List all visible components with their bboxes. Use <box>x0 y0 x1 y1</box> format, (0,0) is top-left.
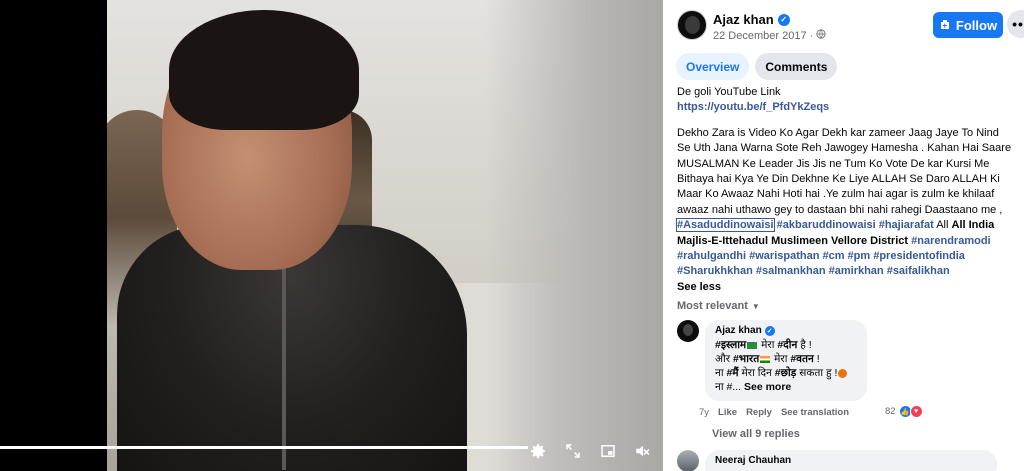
comment-age[interactable]: 7y <box>699 407 709 418</box>
comment-text: ना <box>715 367 727 379</box>
comment-sort-dropdown[interactable]: Most relevant ▼ <box>677 300 760 312</box>
comment-text: सकता हु ! <box>796 367 838 379</box>
video-progress-fill <box>0 446 528 449</box>
like-button[interactable]: Like <box>718 407 737 418</box>
comment-hashtag[interactable]: #भारत <box>733 353 759 365</box>
post-tabs: Overview Comments <box>676 53 838 80</box>
commenter-avatar[interactable] <box>677 320 699 342</box>
volume-muted-icon[interactable] <box>633 441 653 461</box>
hashtag-asaduddinowaisi[interactable]: #Asaduddinowaisi <box>676 218 775 233</box>
globe-icon <box>816 29 826 42</box>
comment-hashtag[interactable]: #छोड़ <box>775 367 797 379</box>
post-sidebar: Ajaz khan ✓ 22 December 2017 · Follow ••… <box>663 0 1024 471</box>
comment-text: ! <box>813 353 820 365</box>
post-header: Ajaz khan ✓ 22 December 2017 · Follow ••… <box>677 10 1024 44</box>
verified-badge-icon: ✓ <box>777 13 790 26</box>
comment-text: मेरा दिन <box>738 367 775 379</box>
tab-comments[interactable]: Comments <box>755 53 838 80</box>
youtube-link[interactable]: https://youtu.be/f_PfdYkZeqs <box>677 101 829 113</box>
love-reaction-icon: ♥ <box>909 405 923 418</box>
comment-text: है ! <box>797 339 812 351</box>
comment-author-row: Ajaz khan ✓ <box>715 325 857 336</box>
comment-hashtag[interactable]: #वतन <box>790 353 814 365</box>
angry-emoji-icon <box>838 368 848 378</box>
jacket-zipper <box>282 240 286 470</box>
chevron-down-icon: ▼ <box>751 301 760 311</box>
comment-text: और <box>715 353 733 365</box>
comment-hashtag[interactable]: #मैं <box>726 367 738 379</box>
flag-emoji-icon <box>747 341 758 349</box>
comment-line-3: ना #मैं मेरा दिन #छोड़ सकता हु ! <box>715 366 857 380</box>
comment-reactions[interactable]: 82 👍 ♥ <box>885 405 923 418</box>
follow-button[interactable]: Follow <box>933 12 1003 38</box>
speaker-hair <box>169 10 359 130</box>
video-controls <box>528 441 653 461</box>
comment-line-4: ना #... See more <box>715 380 857 394</box>
tab-overview[interactable]: Overview <box>676 53 750 80</box>
post-body-text: Dekho Zara is Video Ko Agar Dekh kar zam… <box>677 126 1012 216</box>
video-player[interactable] <box>0 0 663 471</box>
post-text-intro: De goli YouTube Link https://youtu.be/f_… <box>677 85 1013 116</box>
verified-badge-icon: ✓ <box>764 325 775 336</box>
post-text-line1: De goli YouTube Link <box>677 86 781 98</box>
settings-icon[interactable] <box>528 441 548 461</box>
commenter-avatar[interactable] <box>677 450 699 471</box>
post-text-main: Dekho Zara is Video Ko Agar Dekh kar zam… <box>676 126 1013 295</box>
comment-bubble: Ajaz khan ✓ #इस्लाम मेरा #दीन है ! और #भ… <box>705 320 867 401</box>
comment-hashtag[interactable]: #दीन <box>777 339 797 351</box>
comment-text: मेरा <box>771 353 791 365</box>
post-date-row: 22 December 2017 · <box>713 29 826 42</box>
author-name[interactable]: Ajaz khan <box>713 12 774 27</box>
comment-bubble: Neeraj Chauhan <box>705 450 997 471</box>
video-progress-bar[interactable] <box>0 446 528 449</box>
hashtags-group-1[interactable]: #akbaruddinowaisi #hajiarafat <box>777 219 934 231</box>
post-text-all: All <box>936 219 949 232</box>
comment-line-1: #इस्लाम मेरा #दीन है ! <box>715 338 857 352</box>
author-name-row: Ajaz khan ✓ <box>713 12 790 27</box>
comment-hashtag[interactable]: #इस्लाम <box>715 339 746 351</box>
sort-label: Most relevant <box>677 300 748 312</box>
reaction-count: 82 <box>885 406 896 417</box>
video-background-right <box>485 0 663 471</box>
see-more-link[interactable]: See more <box>744 381 791 393</box>
video-frame <box>107 0 663 471</box>
see-translation-button[interactable]: See translation <box>781 407 849 418</box>
see-less-link[interactable]: See less <box>677 281 721 293</box>
reply-button[interactable]: Reply <box>746 407 772 418</box>
comment-author[interactable]: Neeraj Chauhan <box>715 455 987 466</box>
view-replies-link[interactable]: View all 9 replies <box>712 428 800 440</box>
picture-in-picture-icon[interactable] <box>598 441 618 461</box>
author-avatar[interactable] <box>677 10 707 40</box>
comment-author[interactable]: Ajaz khan <box>715 325 762 336</box>
post-body: De goli YouTube Link https://youtu.be/f_… <box>676 85 1013 305</box>
comment-actions: 7y Like Reply See translation <box>699 407 849 418</box>
more-options-button[interactable]: ••• <box>1007 10 1024 38</box>
fullscreen-icon[interactable] <box>563 441 583 461</box>
comment-line-2: और #भारत मेरा #वतन ! <box>715 352 857 366</box>
india-flag-icon <box>760 355 771 363</box>
post-date[interactable]: 22 December 2017 · <box>713 30 813 42</box>
follow-icon <box>940 20 949 29</box>
comment-text: ना #... <box>715 381 742 393</box>
follow-label: Follow <box>955 17 998 33</box>
comment-text: मेरा <box>758 339 778 351</box>
